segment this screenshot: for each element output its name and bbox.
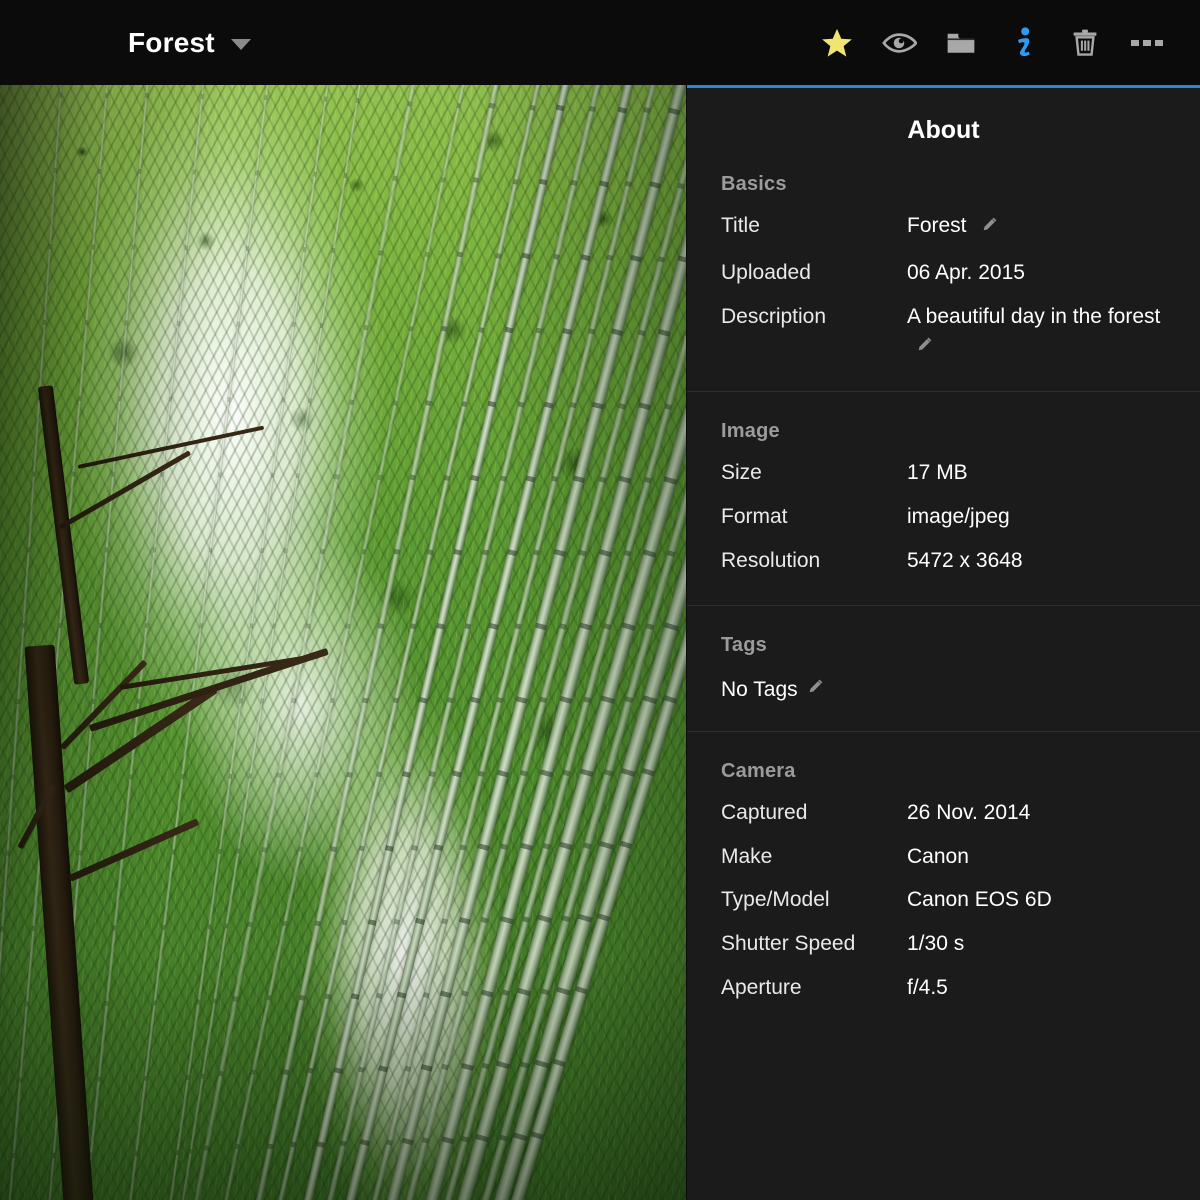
row-format: Format image/jpeg (687, 495, 1200, 539)
label-type-model: Type/Model (721, 888, 830, 912)
label-size: Size (721, 461, 762, 485)
value-no-tags: No Tags (721, 677, 798, 701)
row-description: Description A beautiful day in the fores… (687, 295, 1200, 372)
row-no-tags: No Tags (687, 665, 1200, 721)
section-heading-camera: Camera (721, 759, 796, 782)
delete-button[interactable] (1054, 12, 1116, 74)
page-title: Forest (128, 26, 215, 58)
value-shutter-speed: 1/30 s (907, 932, 965, 956)
trash-icon (1069, 26, 1101, 60)
title-dropdown[interactable]: Forest (128, 0, 251, 85)
top-toolbar: Forest (0, 0, 1200, 85)
photo-viewer[interactable] (0, 85, 686, 1200)
edit-description-pencil-icon[interactable] (914, 334, 934, 364)
label-title: Title (721, 214, 760, 237)
row-shutter-speed: Shutter Speed 1/30 s (687, 922, 1200, 966)
row-make: Make Canon (687, 835, 1200, 879)
move-to-folder-button[interactable] (930, 12, 992, 74)
row-uploaded: Uploaded 06 Apr. 2015 (687, 251, 1200, 295)
row-captured: Captured 26 Nov. 2014 (687, 791, 1200, 835)
edit-tags-pencil-icon[interactable] (805, 677, 825, 703)
section-basics: Basics Title Forest Uploaded 06 Apr. 201… (687, 145, 1200, 391)
value-description-text: A beautiful day in the forest (907, 304, 1161, 328)
visibility-button[interactable] (868, 12, 930, 74)
row-type-model: Type/Model Canon EOS 6D (687, 878, 1200, 922)
about-panel: About Basics Title Forest Uploaded 06 Ap… (687, 85, 1200, 1200)
photo-viewer-app: Forest About Basics Title Forest Uploade… (0, 0, 1200, 1200)
value-captured: 26 Nov. 2014 (907, 800, 1031, 824)
about-panel-title: About (907, 116, 980, 144)
section-heading-tags: Tags (721, 633, 767, 656)
value-title-text: Forest (907, 214, 967, 237)
label-captured: Captured (721, 800, 808, 824)
info-icon (1007, 25, 1039, 61)
photo-vignette (0, 85, 686, 1200)
section-heading-image: Image (721, 420, 780, 443)
toolbar-actions (806, 0, 1178, 85)
star-icon (820, 26, 854, 60)
more-options-button[interactable] (1116, 12, 1178, 74)
label-format: Format (721, 505, 788, 529)
ellipsis-icon (1130, 37, 1164, 49)
label-description: Description (721, 304, 827, 328)
section-heading-basics: Basics (721, 173, 787, 195)
value-make: Canon (907, 844, 969, 868)
value-format: image/jpeg (907, 505, 1010, 529)
info-button[interactable] (992, 12, 1054, 74)
value-uploaded: 06 Apr. 2015 (907, 260, 1025, 284)
edit-title-pencil-icon[interactable] (979, 214, 999, 244)
section-image: Image Size 17 MB Format image/jpeg Resol… (687, 392, 1200, 604)
section-tags: Tags No Tags (687, 606, 1200, 731)
label-uploaded: Uploaded (721, 260, 811, 284)
value-description: A beautiful day in the forest (907, 302, 1200, 365)
row-resolution: Resolution 5472 x 3648 (687, 539, 1200, 583)
label-aperture: Aperture (721, 975, 802, 999)
folder-icon (944, 26, 978, 60)
label-shutter-speed: Shutter Speed (721, 932, 856, 956)
chevron-down-icon[interactable] (230, 39, 251, 50)
eye-icon (881, 25, 917, 61)
value-aperture: f/4.5 (907, 975, 948, 999)
section-camera: Camera Captured 26 Nov. 2014 Make Canon … (687, 732, 1200, 1020)
value-resolution: 5472 x 3648 (907, 548, 1023, 572)
value-type-model: Canon EOS 6D (907, 888, 1052, 912)
favorite-star-button[interactable] (806, 12, 868, 74)
bamboo-forest-photo (0, 85, 686, 1200)
value-size: 17 MB (907, 461, 968, 485)
row-size: Size 17 MB (687, 451, 1200, 495)
label-resolution: Resolution (721, 548, 821, 572)
value-title: Forest (907, 211, 1200, 244)
label-make: Make (721, 844, 773, 868)
row-aperture: Aperture f/4.5 (687, 966, 1200, 1010)
row-title: Title Forest (687, 204, 1200, 251)
